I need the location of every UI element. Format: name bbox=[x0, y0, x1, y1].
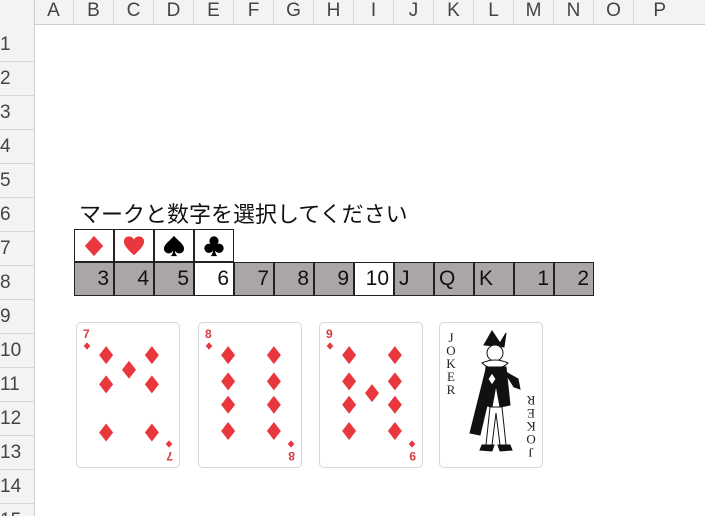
diamond-icon bbox=[83, 235, 105, 257]
playing-card-8: 88 bbox=[198, 322, 302, 468]
diamond-pip-icon bbox=[99, 375, 114, 394]
number-option-q[interactable]: Q bbox=[434, 262, 474, 296]
diamond-pip-icon bbox=[387, 422, 402, 441]
row-header-13[interactable]: 13 bbox=[0, 436, 34, 470]
number-option-5[interactable]: 5 bbox=[154, 262, 194, 296]
diamond-pip-icon bbox=[221, 395, 236, 414]
number-option-8[interactable]: 8 bbox=[274, 262, 314, 296]
column-header-i[interactable]: I bbox=[354, 0, 394, 24]
diamond-pip-icon bbox=[342, 346, 357, 365]
playing-card-7: 77 bbox=[76, 322, 180, 468]
diamond-pip-icon bbox=[144, 423, 159, 442]
row-header-4[interactable]: 4 bbox=[0, 130, 34, 164]
diamond-pip-icon bbox=[387, 346, 402, 365]
number-option-k[interactable]: K bbox=[474, 262, 514, 296]
row-header-14[interactable]: 14 bbox=[0, 470, 34, 504]
diamond-pip-icon bbox=[221, 346, 236, 365]
diamond-pip-icon bbox=[266, 372, 281, 391]
row-header-5[interactable]: 5 bbox=[0, 164, 34, 198]
diamond-pip-icon bbox=[342, 422, 357, 441]
suit-option-club[interactable] bbox=[194, 229, 234, 262]
suit-option-spade[interactable] bbox=[154, 229, 194, 262]
row-header-6[interactable]: 6 bbox=[0, 198, 34, 232]
diamond-pip-icon bbox=[221, 422, 236, 441]
column-header-a[interactable]: A bbox=[34, 0, 74, 24]
heart-icon bbox=[123, 235, 145, 257]
card-pips bbox=[99, 346, 159, 442]
column-header-f[interactable]: F bbox=[234, 0, 274, 24]
diamond-pip-icon bbox=[387, 395, 402, 414]
diamond-pip-icon bbox=[99, 423, 114, 442]
column-header-d[interactable]: D bbox=[154, 0, 194, 24]
number-option-7[interactable]: 7 bbox=[234, 262, 274, 296]
row-header-15[interactable]: 15 bbox=[0, 504, 34, 516]
row-header-8[interactable]: 8 bbox=[0, 266, 34, 300]
club-icon bbox=[203, 235, 225, 257]
diamond-pip-icon bbox=[221, 372, 236, 391]
diamond-pip-icon bbox=[342, 395, 357, 414]
playing-card-9: 99 bbox=[319, 322, 423, 468]
column-header-j[interactable]: J bbox=[394, 0, 434, 24]
playing-card-joker: JOKER JOKER bbox=[439, 322, 543, 468]
column-header-k[interactable]: K bbox=[434, 0, 474, 24]
column-header-g[interactable]: G bbox=[274, 0, 314, 24]
column-header-c[interactable]: C bbox=[114, 0, 154, 24]
row-header-10[interactable]: 10 bbox=[0, 334, 34, 368]
number-option-j[interactable]: J bbox=[394, 262, 434, 296]
card-pips bbox=[221, 346, 281, 441]
number-option-6[interactable]: 6 bbox=[194, 262, 234, 296]
number-option-2[interactable]: 2 bbox=[554, 262, 594, 296]
card-pips bbox=[342, 346, 402, 441]
row-header-7[interactable]: 7 bbox=[0, 232, 34, 266]
number-option-3[interactable]: 3 bbox=[74, 262, 114, 296]
row-header-2[interactable]: 2 bbox=[0, 62, 34, 96]
column-header-o[interactable]: O bbox=[594, 0, 634, 24]
spade-icon bbox=[163, 235, 185, 257]
column-header-l[interactable]: L bbox=[474, 0, 514, 24]
column-header-bar: ABCDEFGHIJKLMNOP bbox=[0, 0, 705, 25]
row-header-9[interactable]: 9 bbox=[0, 300, 34, 334]
suit-option-heart[interactable] bbox=[114, 229, 154, 262]
spreadsheet: ABCDEFGHIJKLMNOP 123456789101112131415 マ… bbox=[0, 0, 705, 516]
row-header-11[interactable]: 11 bbox=[0, 368, 34, 402]
row-header-3[interactable]: 3 bbox=[0, 96, 34, 130]
number-option-9[interactable]: 9 bbox=[314, 262, 354, 296]
diamond-pip-icon bbox=[266, 422, 281, 441]
number-option-10[interactable]: 10 bbox=[354, 262, 394, 296]
diamond-pip-icon bbox=[342, 372, 357, 391]
select-all-corner[interactable] bbox=[0, 0, 35, 24]
row-header-bar: 123456789101112131415 bbox=[0, 24, 35, 516]
suit-option-diamond[interactable] bbox=[74, 229, 114, 262]
number-option-4[interactable]: 4 bbox=[114, 262, 154, 296]
diamond-pip-icon bbox=[99, 346, 114, 365]
diamond-pip-icon bbox=[144, 346, 159, 365]
diamond-pip-icon bbox=[122, 360, 136, 379]
row-header-12[interactable]: 12 bbox=[0, 402, 34, 436]
column-header-m[interactable]: M bbox=[514, 0, 554, 24]
row-header-1[interactable]: 1 bbox=[0, 28, 34, 62]
diamond-pip-icon bbox=[144, 375, 159, 394]
joker-figure-icon bbox=[469, 330, 521, 452]
diamond-pip-icon bbox=[266, 346, 281, 365]
column-header-p[interactable]: P bbox=[634, 0, 674, 24]
column-header-e[interactable]: E bbox=[194, 0, 234, 24]
diamond-pip-icon bbox=[365, 384, 379, 403]
column-header-h[interactable]: H bbox=[314, 0, 354, 24]
diamond-pip-icon bbox=[266, 395, 281, 414]
column-header-b[interactable]: B bbox=[74, 0, 114, 24]
number-option-1[interactable]: 1 bbox=[514, 262, 554, 296]
column-header-n[interactable]: N bbox=[554, 0, 594, 24]
instruction-text: マークと数字を選択してください bbox=[79, 202, 408, 227]
diamond-pip-icon bbox=[387, 372, 402, 391]
